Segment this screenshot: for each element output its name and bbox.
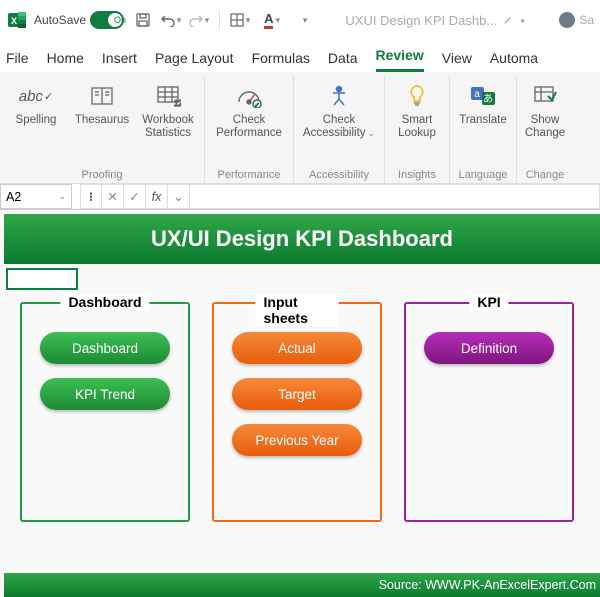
font-color-icon[interactable]: A▾ <box>257 9 287 31</box>
tab-data[interactable]: Data <box>328 50 358 72</box>
user-name: Sa <box>579 13 594 27</box>
ribbon: abc✓ Spelling Thesaurus 123 Workbook Sta… <box>0 72 600 184</box>
avatar <box>559 12 575 28</box>
group-label: Accessibility <box>309 166 369 183</box>
tab-automate[interactable]: Automa <box>490 50 538 72</box>
dashboard-title: UX/UI Design KPI Dashboard <box>151 226 453 252</box>
actual-button[interactable]: Actual <box>232 332 362 364</box>
save-icon[interactable] <box>132 9 154 31</box>
chevron-down-icon[interactable]: ⌄ <box>168 184 190 209</box>
cancel-icon[interactable]: ✕ <box>102 184 124 209</box>
tab-page-layout[interactable]: Page Layout <box>155 50 234 72</box>
tab-formulas[interactable]: Formulas <box>252 50 310 72</box>
autosave-toggle[interactable]: AutoSave On <box>34 11 126 29</box>
check-performance-button[interactable]: ✓ Check Performance <box>209 76 289 140</box>
workbook-statistics-button[interactable]: 123 Workbook Statistics <box>136 76 200 140</box>
pencil-icon <box>503 15 513 25</box>
group-label: Language <box>459 166 508 183</box>
thesaurus-button[interactable]: Thesaurus <box>70 76 134 127</box>
enter-icon[interactable]: ✓ <box>124 184 146 209</box>
document-title: UXUI Design KPI Dashb... • <box>321 13 553 28</box>
dashboard-button[interactable]: Dashboard <box>40 332 170 364</box>
borders-icon[interactable]: ▾ <box>229 9 251 31</box>
title-bar: X AutoSave On ▾ ▾ ▾ A▾ ▾ UXUI Design KPI… <box>0 0 600 40</box>
gauge-icon: ✓ <box>235 78 263 114</box>
tab-view[interactable]: View <box>442 50 472 72</box>
panel-title: Dashboard <box>60 294 149 310</box>
group-label: Insights <box>398 166 436 183</box>
svg-text:X: X <box>11 16 17 26</box>
group-accessibility: Check Accessibility⌄ Accessibility <box>294 76 385 183</box>
panel-dashboard: Dashboard Dashboard KPI Trend <box>20 302 190 522</box>
group-language: aあ Translate Language <box>450 76 517 183</box>
name-box[interactable]: A2 ⌄ <box>0 184 72 209</box>
autosave-state: On <box>114 15 126 25</box>
tab-insert[interactable]: Insert <box>102 50 137 72</box>
tab-home[interactable]: Home <box>47 50 84 72</box>
undo-icon[interactable]: ▾ <box>160 9 182 31</box>
active-cell[interactable] <box>6 268 78 290</box>
group-proofing: abc✓ Spelling Thesaurus 123 Workbook Sta… <box>0 76 205 183</box>
translate-button[interactable]: aあ Translate <box>454 76 512 127</box>
previous-year-button[interactable]: Previous Year <box>232 424 362 456</box>
spelling-button[interactable]: abc✓ Spelling <box>4 76 68 127</box>
formula-input[interactable] <box>190 184 600 209</box>
target-button[interactable]: Target <box>232 378 362 410</box>
lightbulb-icon <box>406 78 428 114</box>
group-insights: Smart Lookup Insights <box>385 76 450 183</box>
tab-file[interactable]: File <box>6 50 29 72</box>
kpi-trend-button[interactable]: KPI Trend <box>40 378 170 410</box>
group-performance: ✓ Check Performance Performance <box>205 76 294 183</box>
translate-icon: aあ <box>469 78 497 114</box>
changes-icon <box>532 78 558 114</box>
group-changes: Show Change Change <box>517 76 573 183</box>
check-accessibility-button[interactable]: Check Accessibility⌄ <box>298 76 380 140</box>
redo-icon[interactable]: ▾ <box>188 9 210 31</box>
definition-button[interactable]: Definition <box>424 332 554 364</box>
autosave-label: AutoSave <box>34 13 86 27</box>
panel-input-sheets: Input sheets Actual Target Previous Year <box>212 302 382 522</box>
fx-icon[interactable]: fx <box>146 184 168 209</box>
formula-bar: A2 ⌄ ⁝ ✕ ✓ fx ⌄ <box>0 184 600 210</box>
panel-kpi: KPI Definition <box>404 302 574 522</box>
tab-review[interactable]: Review <box>376 47 424 72</box>
accessibility-icon <box>326 78 352 114</box>
group-label: Proofing <box>82 166 123 183</box>
svg-text:あ: あ <box>483 93 493 105</box>
thesaurus-icon <box>89 78 115 114</box>
svg-text:a: a <box>474 89 480 100</box>
workbook-stats-icon: 123 <box>155 78 181 114</box>
spelling-icon: abc✓ <box>19 78 53 114</box>
panel-title: KPI <box>469 294 508 310</box>
user-account[interactable]: Sa <box>559 12 594 28</box>
show-changes-button[interactable]: Show Change <box>521 76 569 140</box>
dashboard-footer: Source: WWW.PK-AnExcelExpert.Com <box>4 573 600 597</box>
group-label: Change <box>526 166 565 183</box>
smart-lookup-button[interactable]: Smart Lookup <box>389 76 445 140</box>
worksheet[interactable]: UX/UI Design KPI Dashboard Dashboard Das… <box>0 210 600 597</box>
svg-text:✓: ✓ <box>254 103 259 108</box>
chevron-down-icon[interactable]: ⌄ <box>58 191 66 202</box>
footer-text: Source: WWW.PK-AnExcelExpert.Com <box>379 578 596 592</box>
svg-text:123: 123 <box>174 99 181 108</box>
excel-icon: X <box>6 9 28 31</box>
group-label: Performance <box>218 166 281 183</box>
dashboard-header: UX/UI Design KPI Dashboard <box>4 214 600 264</box>
qat-customize-icon[interactable]: ▾ <box>293 9 315 31</box>
tab-row: File Home Insert Page Layout Formulas Da… <box>0 40 600 72</box>
panel-title: Input sheets <box>256 294 339 326</box>
